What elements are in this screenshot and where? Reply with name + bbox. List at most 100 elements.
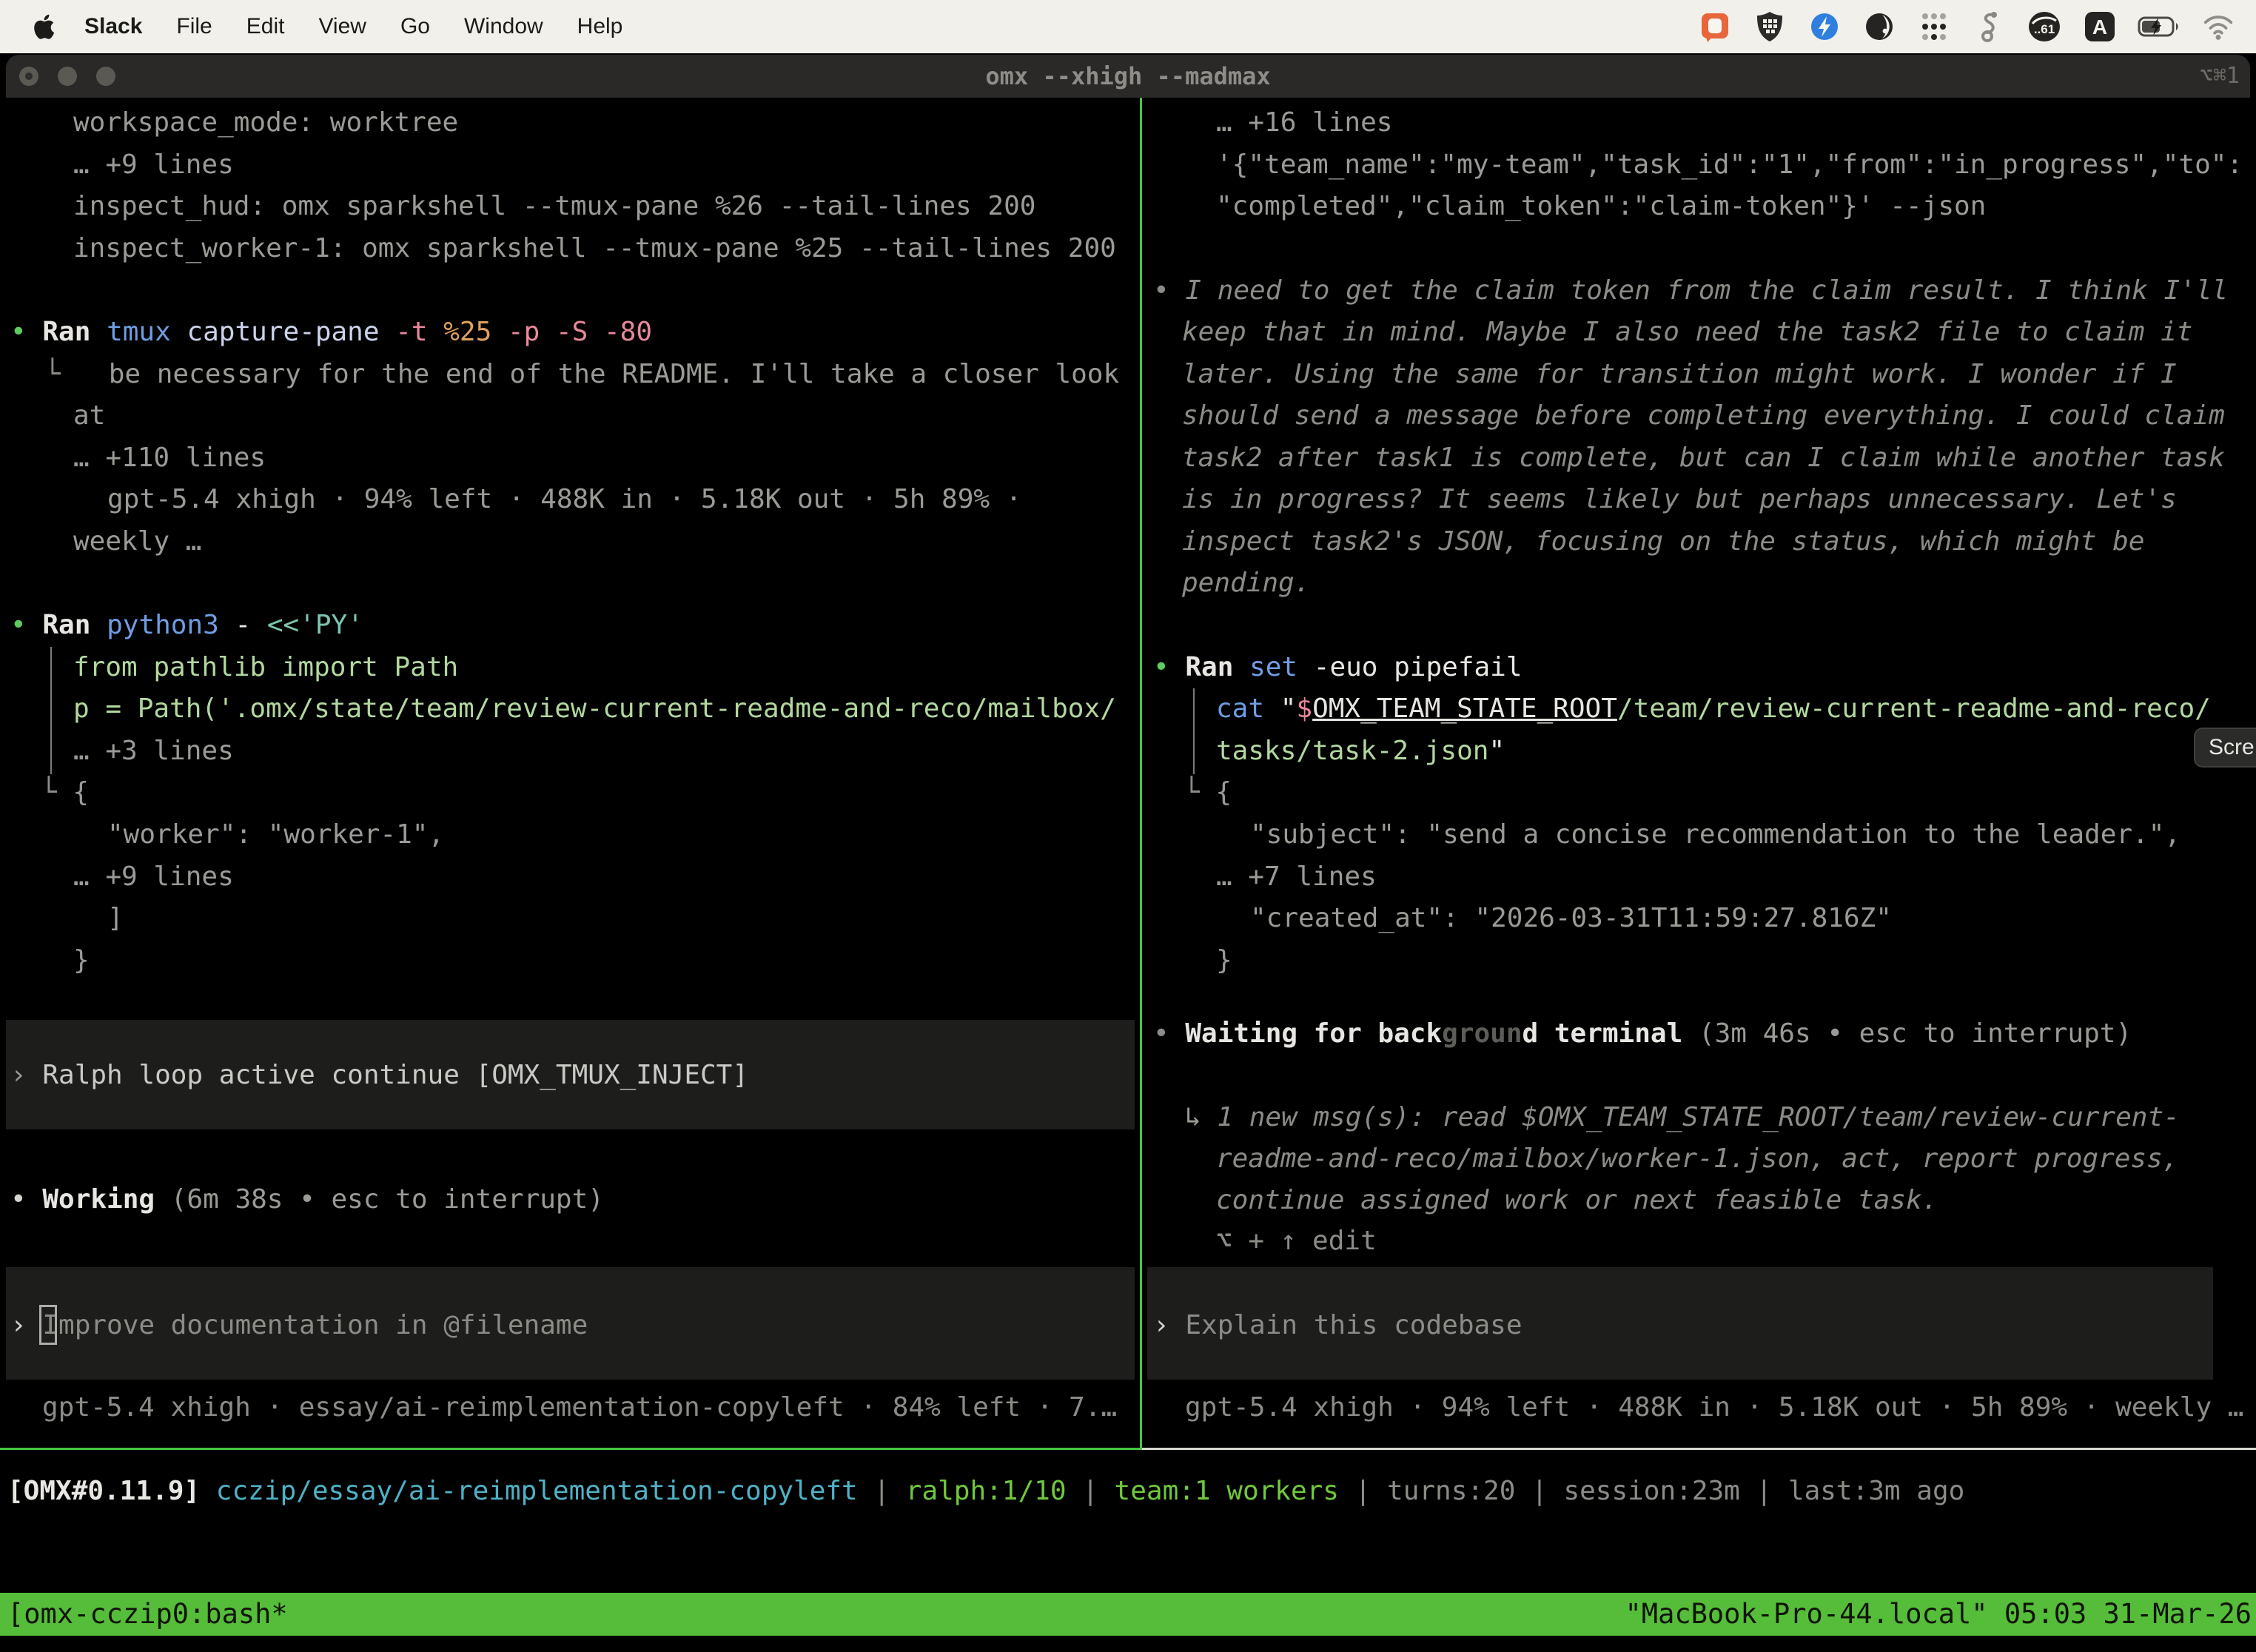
text-segment: Explain this codebase [1185,1310,1522,1340]
command-line: cat "$OMX_TEAM_STATE_ROOT/team/review-cu… [1216,688,2211,730]
text-segment: cat [1216,694,1280,724]
wifi-icon[interactable] [2201,10,2235,44]
text-segment: python3 [107,610,235,640]
elision-line: … +7 lines [1216,856,1377,898]
menu-item-file[interactable]: File [176,14,212,39]
text-segment: '{"team_name":"my-team","task_id":"1","f… [1216,150,2243,180]
output-line: "created_at": "2026-03-31T11:59:27.816Z" [1250,897,1892,939]
menu-bar: Slack File Edit View Go Window Help [0,0,2256,53]
text-segment: } [73,945,90,976]
text-segment: "subject": "send a concise recommendatio… [1250,819,2181,850]
text-segment: readme-and-reco/mailbox/worker-1.json, a… [1216,1144,2178,1174]
screen: Slack File Edit View Go Window Help [0,0,2256,1652]
text-segment: inspect_worker-1: omx sparkshell --tmux-… [73,233,1116,263]
elision-line: … +9 lines [73,856,234,898]
thinking-line: task2 after task1 is complete, but can I… [1182,437,2225,479]
menu-item-go[interactable]: Go [400,14,430,39]
svg-text:A: A [2092,16,2107,38]
command-connector [50,647,52,774]
input-source-icon[interactable]: A [2083,10,2117,44]
hud-config-line: inspect_hud: omx sparkshell --tmux-pane … [73,185,1035,227]
prompt-input-line: › Explain this codebase [1153,1304,1523,1346]
omx-status-line: [OMX#0.11.9] cczip/essay/ai-reimplementa… [7,1470,1964,1512]
text-segment: ↳ [1185,1102,1217,1132]
text-segment: | [1339,1476,1387,1506]
ralph-status-line: › Ralph loop active continue [OMX_TMUX_I… [10,1054,748,1096]
thinking-line: later. Using the same for transition mig… [1182,353,2177,395]
text-segment: Ran [42,610,107,640]
text-segment: " [1280,694,1297,724]
output-line: } [1216,939,1232,981]
svg-text:..61: ..61 [2034,22,2055,36]
text-segment: last:3m ago [1788,1476,1964,1506]
text-segment: (3m 46s • esc to interrupt) [1699,1018,2132,1049]
scribe-icon[interactable] [1972,10,2006,44]
pane-border-bottom-inactive [1142,1448,2256,1450]
menu-item-help[interactable]: Help [577,14,623,39]
text-segment: workspace_mode: worktree [73,107,458,138]
menu-status-icons: ..61 A [1698,10,2235,44]
text-segment: ⌥ + ↑ edit [1216,1226,1377,1256]
text-segment: -S [556,317,604,347]
moon-circle-icon[interactable] [1862,10,1896,44]
mailbox-notice-line: readme-and-reco/mailbox/worker-1.json, a… [1216,1138,2178,1180]
text-segment: keep that in mind. Maybe I also need the… [1182,317,2192,347]
text-segment: › [10,1310,42,1340]
text-segment: (6m 38s • esc to interrupt) [171,1184,604,1215]
text-segment: continue assigned work or next feasible … [1216,1185,1938,1215]
mailbox-notice-line: continue assigned work or next feasible … [1216,1179,1938,1221]
text-segment: 1 new msg(s): read $OMX_TEAM_STATE_ROOT/… [1217,1102,2179,1132]
text-segment: └ [1184,777,1215,807]
menu-item-view[interactable]: View [318,14,366,39]
text-segment: weekly … [73,526,201,557]
dots-grid-icon[interactable] [1917,10,1951,44]
blue-bolt-icon[interactable] [1807,10,1842,44]
menu-items: Slack File Edit View Go Window Help [84,14,622,39]
menu-item-edit[interactable]: Edit [246,14,285,39]
thinking-line: is in progress? It seems likely but perh… [1182,478,2177,520]
command-line: • Ran tmux capture-pane -t %25 -p -S -80 [10,311,652,353]
text-segment: • [10,1184,42,1215]
text-segment: task2 after task1 is complete, but can I… [1182,443,2225,473]
text-segment: "completed","claim_token":"claim-token"}… [1216,191,1986,221]
text-segment: | [858,1476,906,1506]
usage-status-line: gpt-5.4 xhigh · essay/ai-reimplementatio… [42,1386,1117,1428]
text-segment: Waiting for back [1185,1018,1442,1049]
keypad-shield-icon[interactable] [1753,10,1787,44]
record-badge-icon[interactable] [1698,10,1732,44]
text-segment: be necessary for the end of the README. … [109,359,1119,389]
text-segment: { [73,777,89,807]
badge-61-icon[interactable]: ..61 [2027,10,2062,44]
text-segment: - [235,610,266,640]
text-segment: [OMX#0.11.9] [7,1476,200,1506]
output-line: └ be necessary for the end of the README… [44,353,1119,395]
output-line: "worker": "worker-1", [107,813,444,856]
command-connector [1193,688,1195,774]
output-line: "subject": "send a concise recommendatio… [1250,813,2181,856]
text-segment: ] [107,903,124,933]
text-segment: • [1153,652,1185,682]
text-segment: … +9 lines [73,150,234,180]
text-segment: gpt-5.4 xhigh · 94% left · 488K in · 5.1… [107,484,1021,514]
text-segment: -t [395,317,443,347]
battery-icon[interactable] [2138,10,2181,44]
text-segment: … +3 lines [73,736,234,766]
text-segment: "worker": "worker-1", [107,819,444,850]
text-segment: -80 [604,317,652,347]
text-segment: gpt-5.4 xhigh · essay/ai-reimplementatio… [42,1392,1117,1423]
tmux-host-clock: "MacBook-Pro-44.local" 05:03 31-Mar-26 [1625,1593,2252,1636]
mailbox-notice-line: ↳ 1 new msg(s): read $OMX_TEAM_STATE_ROO… [1185,1096,2180,1138]
text-segment: /team/review-current-readme-and-reco/ [1617,694,2211,724]
text-segment: at [73,400,105,431]
text-segment: └ [41,777,73,807]
tmux-status-bar: [omx-cczip0:bash* "MacBook-Pro-44.local"… [0,1593,2256,1636]
text-segment: later. Using the same for transition mig… [1182,359,2177,389]
text-segment: … +9 lines [73,862,234,892]
prompt-input-line: › Improve documentation in @filename [10,1304,588,1346]
menu-item-window[interactable]: Window [464,14,543,39]
text-segment: is in progress? It seems likely but perh… [1182,484,2177,514]
text-segment: | [1515,1476,1563,1506]
text-segment [200,1476,216,1506]
apple-menu-icon[interactable] [30,10,56,43]
menu-item-slack[interactable]: Slack [84,14,142,39]
